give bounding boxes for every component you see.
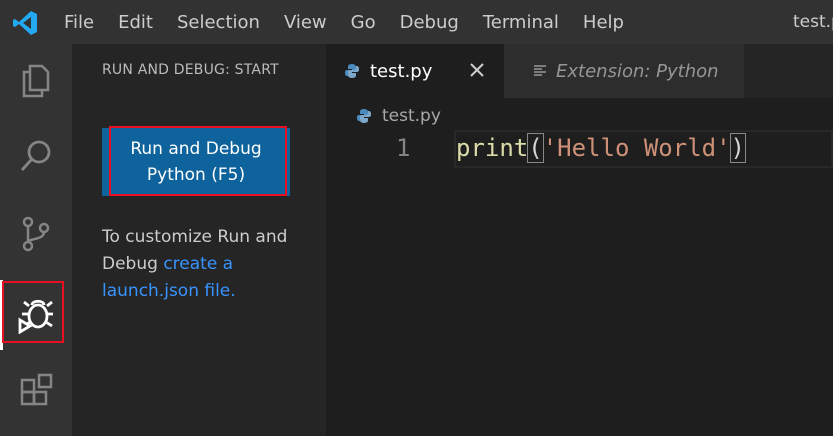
menu-selection[interactable]: Selection [177,12,260,33]
tab-label: test.py [370,60,433,82]
code-line[interactable]: 1 print('Hello World') [326,130,833,170]
menu-file[interactable]: File [64,12,94,33]
breadcrumb-file: test.py [382,106,441,126]
code-string: 'Hello World' [542,134,731,162]
close-icon[interactable] [468,61,486,79]
menu-view[interactable]: View [284,12,327,33]
editor-tabs: test.py Extension: Python [326,44,833,98]
sidebar-title: RUN AND DEBUG: START [102,62,279,78]
debug-highlight-box [2,281,64,343]
search-icon[interactable] [0,120,72,192]
code-text[interactable]: print('Hello World') [456,133,747,163]
extensions-icon[interactable] [0,356,72,428]
menu-edit[interactable]: Edit [118,12,153,33]
menu-debug[interactable]: Debug [400,12,459,33]
python-file-icon [345,64,359,78]
run-and-debug-button[interactable]: Run and Debug Python (F5) [102,128,290,196]
tab-extension-python[interactable]: Extension: Python [504,44,744,98]
title-bar: File Edit Selection View Go Debug Termin… [0,0,833,44]
vscode-logo-icon [13,11,37,35]
debug-sidebar: RUN AND DEBUG: START Run and Debug Pytho… [72,44,326,436]
line-number: 1 [396,134,411,162]
python-file-icon [357,109,371,123]
menu-go[interactable]: Go [351,12,376,33]
code-function: print [456,134,529,162]
tab-label: Extension: Python [556,60,719,82]
breadcrumb[interactable]: test.py [356,104,441,128]
code-paren-close: ) [729,133,747,163]
window-title: test.py [793,12,833,32]
explorer-icon[interactable] [0,44,72,116]
menu-bar: File Edit Selection View Go Debug Termin… [64,0,648,44]
menu-terminal[interactable]: Terminal [483,12,559,33]
source-control-icon[interactable] [0,198,72,270]
customize-hint: To customize Run and Debug create a laun… [102,224,302,305]
menu-help[interactable]: Help [583,12,624,33]
tab-test-py[interactable]: test.py [326,44,504,98]
preview-icon [534,65,546,76]
code-paren-open: ( [527,133,544,163]
activity-bar [0,44,72,436]
